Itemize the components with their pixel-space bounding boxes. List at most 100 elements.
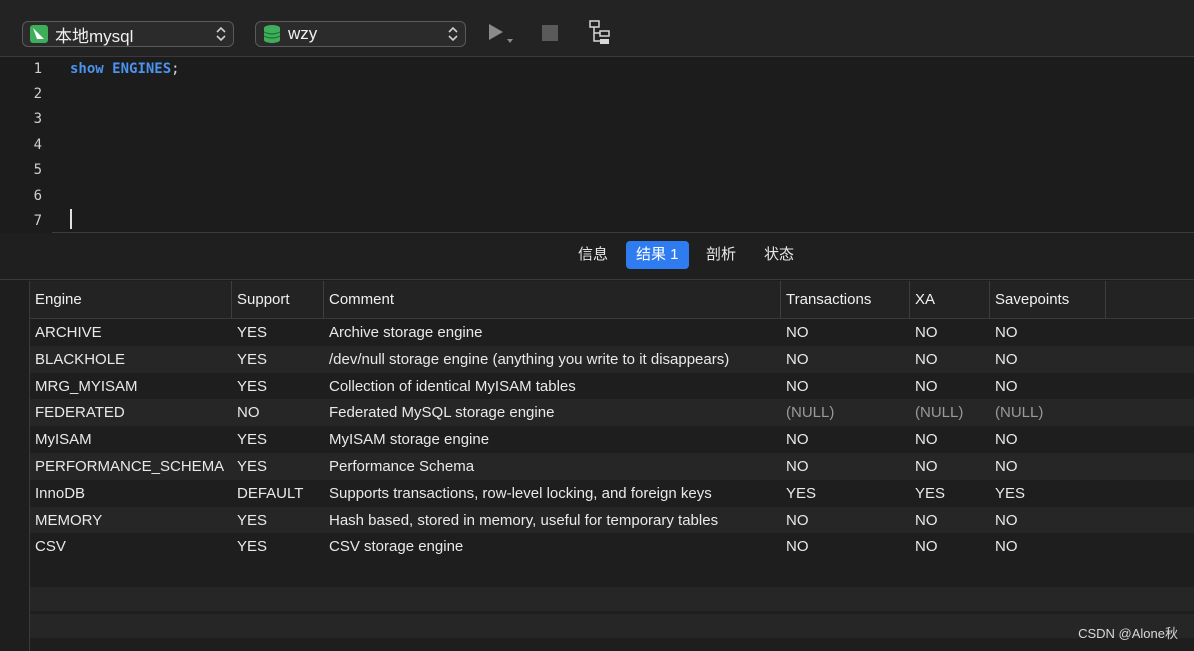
- updown-chevron-icon: [216, 26, 226, 42]
- tab-info[interactable]: 信息: [568, 241, 618, 269]
- cell-savepoints[interactable]: NO: [990, 319, 1106, 346]
- cell-comment[interactable]: /dev/null storage engine (anything you w…: [324, 346, 781, 373]
- column-header-transactions[interactable]: Transactions: [781, 281, 910, 319]
- cell-xa[interactable]: NO: [910, 319, 990, 346]
- line-number: 3: [33, 111, 42, 127]
- cell-engine[interactable]: MyISAM: [30, 426, 232, 453]
- cell-transactions[interactable]: NO: [781, 319, 910, 346]
- cell-savepoints[interactable]: (NULL): [990, 399, 1106, 426]
- stop-button[interactable]: [533, 18, 567, 48]
- cell-comment[interactable]: Collection of identical MyISAM tables: [324, 373, 781, 400]
- cell-comment[interactable]: MyISAM storage engine: [324, 426, 781, 453]
- result-grid[interactable]: Engine Support Comment Transactions XA S…: [0, 281, 1194, 651]
- cell-support[interactable]: YES: [232, 533, 324, 560]
- cell-transactions[interactable]: (NULL): [781, 399, 910, 426]
- cell-engine[interactable]: InnoDB: [30, 480, 232, 507]
- table-row[interactable]: ARCHIVE YES Archive storage engine NO NO NO: [30, 319, 1194, 346]
- cell-savepoints[interactable]: NO: [990, 533, 1106, 560]
- table-row[interactable]: MyISAM YES MyISAM storage engine NO NO NO: [30, 426, 1194, 453]
- cell-engine[interactable]: FEDERATED: [30, 399, 232, 426]
- cell-savepoints[interactable]: NO: [990, 426, 1106, 453]
- code-line-1: show ENGINES;: [70, 61, 180, 77]
- cell-comment[interactable]: Federated MySQL storage engine: [324, 399, 781, 426]
- sql-keyword: ENGINES: [112, 61, 172, 77]
- table-row[interactable]: BLACKHOLE YES/dev/null storage engine (an…: [30, 345, 1194, 373]
- cell-transactions[interactable]: NO: [781, 426, 910, 453]
- database-select[interactable]: wzy: [255, 21, 466, 47]
- line-number: 5: [33, 162, 42, 178]
- table-row[interactable]: PERFORMANCE_SCHEMA YES Performance Schema N…: [30, 453, 1194, 480]
- cell-xa[interactable]: (NULL): [910, 399, 990, 426]
- cell-transactions[interactable]: NO: [781, 373, 910, 400]
- toolbar: 本地mysql wzy: [0, 0, 1194, 57]
- sql-punctuation: ;: [171, 61, 180, 77]
- connection-label: 本地mysql: [55, 26, 134, 46]
- table-header: Engine Support Comment Transactions XA S…: [30, 281, 1194, 319]
- cell-comment[interactable]: Hash based, stored in memory, useful for…: [324, 507, 781, 534]
- cell-savepoints[interactable]: YES: [990, 480, 1106, 507]
- stop-icon: [542, 25, 558, 41]
- cell-support[interactable]: YES: [232, 373, 324, 400]
- database-icon: [263, 25, 281, 43]
- cell-support[interactable]: DEFAULT: [232, 480, 324, 507]
- cell-xa[interactable]: NO: [910, 453, 990, 480]
- table-row[interactable]: InnoDB DEFAULT Supports transactions, row-…: [30, 480, 1194, 507]
- cell-comment[interactable]: Archive storage engine: [324, 319, 781, 346]
- cell-engine[interactable]: CSV: [30, 533, 232, 560]
- cell-support[interactable]: YES: [232, 426, 324, 453]
- cell-savepoints[interactable]: NO: [990, 507, 1106, 534]
- cell-engine[interactable]: MEMORY: [30, 507, 232, 534]
- column-header-engine[interactable]: Engine: [30, 281, 232, 319]
- cell-engine[interactable]: ARCHIVE: [30, 319, 232, 346]
- cell-engine[interactable]: MRG_MYISAM: [30, 373, 232, 400]
- mysql-connection-icon: [30, 25, 48, 43]
- cell-transactions[interactable]: NO: [781, 507, 910, 534]
- tab-result-1[interactable]: 结果 1: [626, 241, 689, 269]
- database-label: wzy: [288, 24, 318, 43]
- run-icon: [489, 24, 513, 43]
- cell-transactions[interactable]: NO: [781, 346, 910, 373]
- cell-xa[interactable]: NO: [910, 426, 990, 453]
- empty-row: [30, 587, 1194, 611]
- cell-support[interactable]: YES: [232, 453, 324, 480]
- cell-comment[interactable]: CSV storage engine: [324, 533, 781, 560]
- cell-comment[interactable]: Performance Schema: [324, 453, 781, 480]
- table-row[interactable]: CSV YES CSV storage engine NO NO NO: [30, 533, 1194, 560]
- cell-transactions[interactable]: YES: [781, 480, 910, 507]
- cell-xa[interactable]: NO: [910, 373, 990, 400]
- table-row[interactable]: MRG_MYISAM YES Collection of identical MyI…: [30, 373, 1194, 400]
- tab-status[interactable]: 状态: [754, 241, 804, 269]
- tab-profile[interactable]: 剖析: [696, 241, 746, 269]
- cell-transactions[interactable]: NO: [781, 453, 910, 480]
- cell-support[interactable]: YES: [232, 319, 324, 346]
- column-header-comment[interactable]: Comment: [324, 281, 781, 319]
- cell-xa[interactable]: NO: [910, 533, 990, 560]
- table-row[interactable]: FEDERATED NO Federated MySQL storage engin…: [30, 399, 1194, 427]
- cell-support[interactable]: NO: [232, 399, 324, 426]
- cell-support[interactable]: YES: [232, 346, 324, 373]
- cell-savepoints[interactable]: NO: [990, 346, 1106, 373]
- empty-row: [30, 614, 1194, 638]
- cell-xa[interactable]: NO: [910, 507, 990, 534]
- column-header-support[interactable]: Support: [232, 281, 324, 319]
- row-header-gutter: [0, 281, 30, 651]
- cell-engine[interactable]: PERFORMANCE_SCHEMA: [30, 453, 232, 480]
- cell-transactions[interactable]: NO: [781, 533, 910, 560]
- cell-xa[interactable]: YES: [910, 480, 990, 507]
- cell-savepoints[interactable]: NO: [990, 453, 1106, 480]
- column-header-savepoints[interactable]: Savepoints: [990, 281, 1106, 319]
- line-number: 7: [33, 213, 42, 229]
- explain-icon: [589, 20, 610, 44]
- run-button[interactable]: [484, 18, 518, 48]
- explain-button[interactable]: [583, 18, 617, 48]
- table-row[interactable]: MEMORY YES Hash based, stored in memory, u…: [30, 506, 1194, 534]
- cell-support[interactable]: YES: [232, 507, 324, 534]
- column-header-xa[interactable]: XA: [910, 281, 990, 319]
- sql-editor[interactable]: 1 2 3 4 5 6 7 show ENGINES;: [0, 57, 1194, 233]
- cell-comment[interactable]: Supports transactions, row-level locking…: [324, 480, 781, 507]
- result-tab-bar: 信息 结果 1 剖析 状态: [0, 234, 1194, 280]
- connection-select[interactable]: 本地mysql: [22, 21, 234, 47]
- cell-savepoints[interactable]: NO: [990, 373, 1106, 400]
- cell-xa[interactable]: NO: [910, 346, 990, 373]
- cell-engine[interactable]: BLACKHOLE: [30, 346, 232, 373]
